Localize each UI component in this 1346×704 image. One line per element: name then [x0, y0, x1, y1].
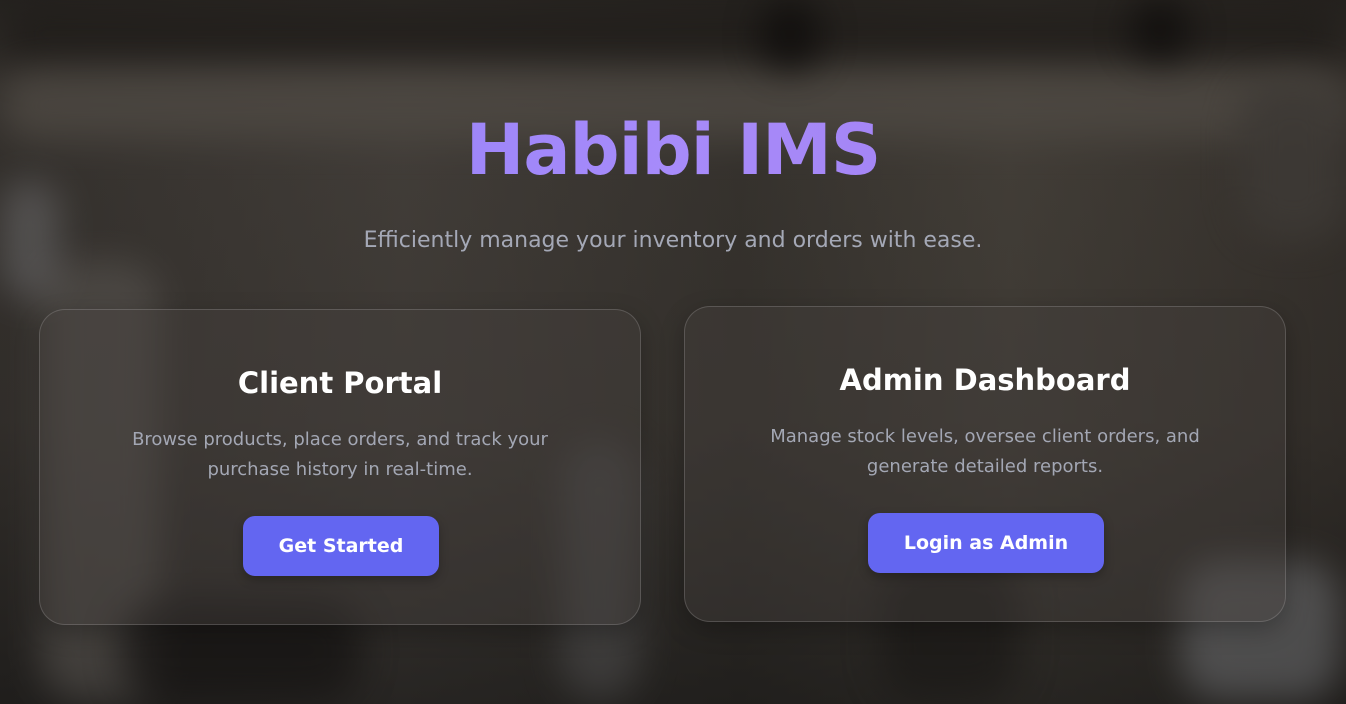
- get-started-button[interactable]: Get Started: [243, 516, 439, 576]
- login-as-admin-button[interactable]: Login as Admin: [868, 513, 1104, 573]
- app-title: Habibi IMS: [0, 108, 1346, 192]
- admin-dashboard-title: Admin Dashboard: [839, 363, 1131, 397]
- client-portal-card: Client Portal Browse products, place ord…: [39, 309, 641, 625]
- client-portal-title: Client Portal: [237, 366, 443, 400]
- admin-dashboard-description: Manage stock levels, oversee client orde…: [770, 426, 1200, 477]
- client-portal-description: Browse products, place orders, and track…: [132, 429, 548, 480]
- app-subtitle: Efficiently manage your inventory and or…: [363, 228, 983, 253]
- admin-dashboard-card: Admin Dashboard Manage stock levels, ove…: [684, 306, 1286, 622]
